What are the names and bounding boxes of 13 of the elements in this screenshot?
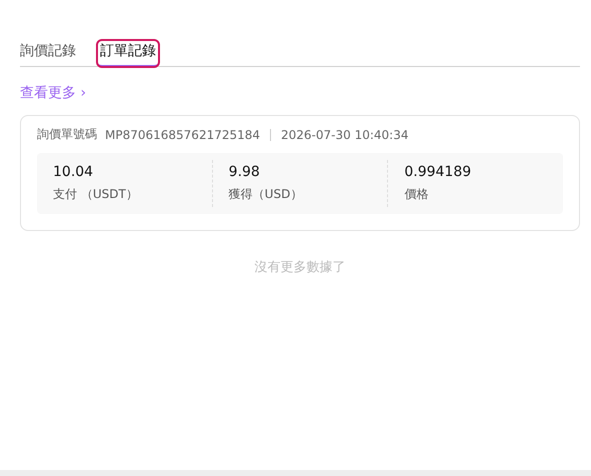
order-time: 2026-07-30 10:40:34 <box>281 128 408 142</box>
stat-value: 0.994189 <box>404 164 472 180</box>
stat-label: 價格 <box>404 186 430 203</box>
tab[interactable]: 訂單記錄 <box>97 40 159 67</box>
order-id-label: 詢價單號碼 <box>37 126 97 143</box>
stat-label: 獲得（USD） <box>228 186 304 203</box>
end-message: 沒有更多數據了 <box>254 259 346 276</box>
tab[interactable]: 詢價記錄 <box>20 40 79 67</box>
stat-label: 支付 （USDT） <box>53 186 139 203</box>
order-id: MP870616857621725184 <box>105 128 260 142</box>
view-more-link[interactable]: 查看更多 › <box>20 84 86 102</box>
stat-value: 10.04 <box>53 164 94 180</box>
stat-value: 9.98 <box>228 164 261 180</box>
